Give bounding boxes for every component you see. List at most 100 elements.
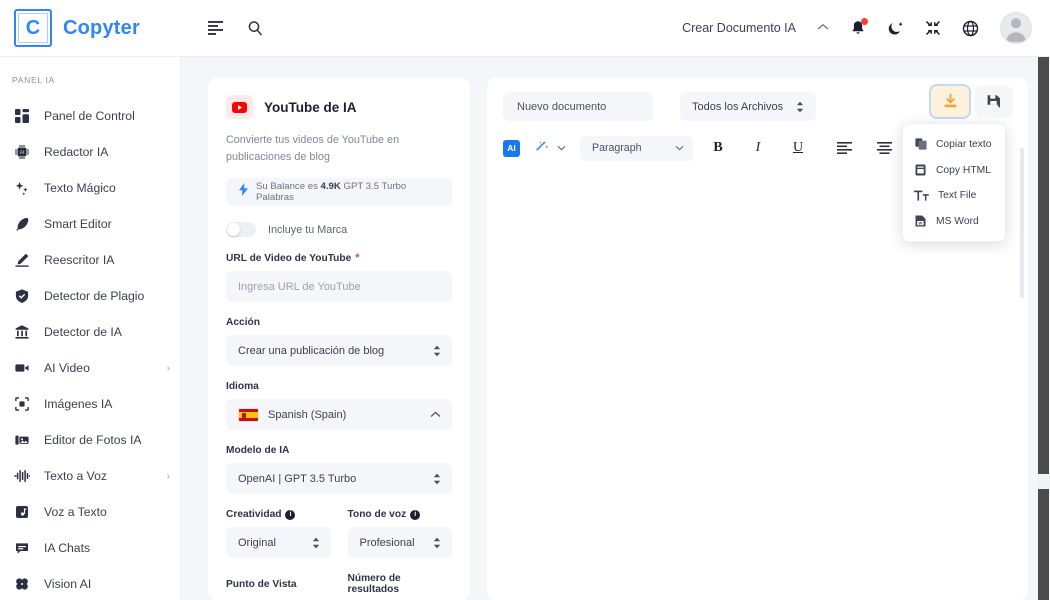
italic-button[interactable]: I (747, 135, 769, 161)
youtube-icon (226, 95, 253, 119)
create-document-link[interactable]: Crear Documento IA (682, 21, 796, 35)
search-icon[interactable] (247, 20, 264, 37)
ai-assist-button[interactable]: AI (503, 139, 520, 157)
user-avatar[interactable] (1000, 12, 1032, 44)
menu-item-copy-html[interactable]: Copy HTML (903, 157, 1005, 183)
save-document-button[interactable] (975, 86, 1013, 117)
balance-text: Su Balance es 4.9K GPT 3.5 Turbo Palabra… (256, 181, 407, 204)
info-icon[interactable]: i (410, 509, 421, 520)
creativity-tone-row: Creatividad i Original Tono de voz i Pro… (226, 509, 452, 573)
underline-button[interactable]: U (787, 135, 809, 161)
dark-mode-moon-icon[interactable] (887, 20, 904, 37)
form-card-title: YouTube de IA (264, 99, 357, 115)
magic-wand-icon[interactable] (530, 135, 552, 161)
svg-text:AI: AI (20, 150, 24, 155)
accion-select[interactable]: Crear una publicación de blog (226, 335, 452, 367)
export-dropdown-menu: Copiar texto Copy HTML Text File W MS Wo… (902, 123, 1006, 242)
language-globe-icon[interactable] (962, 20, 979, 37)
video-camera-icon (12, 361, 32, 375)
document-name-input[interactable]: Nuevo documento (503, 92, 653, 121)
sidebar-item-detector-de-plagio[interactable]: Detector de Plagio (0, 278, 180, 314)
sidebar-item-vision-ai[interactable]: Vision AI (0, 566, 180, 600)
sidebar-item-panel-de-control[interactable]: Panel de Control (0, 98, 180, 134)
bold-button[interactable]: B (707, 135, 729, 161)
align-center-icon[interactable] (873, 135, 895, 161)
chip-icon: AI (12, 145, 32, 159)
top-header: C Copyter Crear Documento IA (0, 0, 1050, 57)
menu-item-ms-word[interactable]: W MS Word (903, 208, 1005, 234)
align-left-icon[interactable] (833, 135, 855, 161)
modelo-ia-label: Modelo de IA (226, 445, 290, 457)
tono-de-voz-value: Profesional (359, 536, 415, 549)
sidebar-item-voz-a-texto[interactable]: Voz a Texto (0, 494, 180, 530)
youtube-url-input[interactable]: Ingresa URL de YouTube (226, 271, 452, 303)
brand-logo[interactable]: C Copyter (14, 9, 190, 47)
app-root: C Copyter Crear Documento IA PANEL IA Pa… (0, 0, 1050, 600)
lightning-bolt-icon (239, 183, 248, 201)
modelo-ia-select[interactable]: OpenAI | GPT 3.5 Turbo (226, 463, 452, 495)
sidebar-item-redactor-ia[interactable]: AI Redactor IA (0, 134, 180, 170)
updown-arrows-icon (433, 345, 441, 357)
paragraph-style-select[interactable]: Paragraph (580, 135, 693, 161)
download-button[interactable] (931, 86, 969, 117)
menu-item-label: Copiar texto (936, 138, 992, 150)
chevron-right-icon: › (166, 470, 170, 482)
sidebar-item-imagenes-ia[interactable]: Imágenes IA (0, 386, 180, 422)
sidebar-item-label: Texto Mágico (44, 181, 116, 195)
sidebar-item-detector-de-ia[interactable]: Detector de IA (0, 314, 180, 350)
chevron-down-icon[interactable] (557, 143, 566, 153)
sidebar-item-smart-editor[interactable]: Smart Editor (0, 206, 180, 242)
brain-icon (12, 577, 32, 591)
bank-icon (12, 325, 32, 339)
sidebar-item-editor-de-fotos-ia[interactable]: Editor de Fotos IA (0, 422, 180, 458)
header-left-icons (208, 20, 264, 37)
page-scrollbar-thumb-lower[interactable] (1038, 489, 1049, 600)
form-card-description: Convierte tus videos de YouTube en publi… (226, 134, 400, 163)
fullscreen-compress-icon[interactable] (925, 20, 941, 36)
menu-item-label: MS Word (936, 215, 979, 227)
sidebar-section-title: PANEL IA (12, 75, 55, 85)
info-icon[interactable]: i (285, 509, 296, 520)
dashboard-icon (12, 109, 32, 123)
menu-icon[interactable] (208, 21, 225, 35)
include-brand-toggle[interactable] (226, 222, 256, 238)
editor-scrollbar[interactable] (1020, 148, 1024, 298)
menu-item-label: Copy HTML (936, 164, 991, 176)
creatividad-value: Original (238, 536, 276, 549)
svg-text:W: W (919, 221, 923, 226)
page-scrollbar-track[interactable] (1037, 57, 1050, 600)
sidebar-item-label: Redactor IA (44, 145, 109, 159)
updown-arrows-icon (796, 101, 804, 113)
include-brand-label: Incluye tu Marca (268, 223, 348, 236)
notifications-bell-icon[interactable] (850, 17, 868, 37)
balance-banner: Su Balance es 4.9K GPT 3.5 Turbo Palabra… (226, 178, 452, 207)
sidebar-item-ia-chats[interactable]: IA Chats (0, 530, 180, 566)
export-buttons (931, 86, 1013, 117)
main-content: YouTube de IA Convierte tus videos de Yo… (181, 57, 1050, 600)
punto-de-vista-label: Punto de Vista (226, 578, 297, 590)
page-scrollbar-thumb[interactable] (1038, 57, 1049, 474)
creatividad-select[interactable]: Original (226, 527, 331, 559)
sidebar-item-label: Imágenes IA (44, 397, 113, 411)
chevron-up-icon[interactable] (817, 22, 829, 34)
files-filter-value: Todos los Archivos (692, 100, 784, 113)
tono-de-voz-select[interactable]: Profesional (347, 527, 452, 559)
sidebar-item-label: Editor de Fotos IA (44, 433, 142, 447)
sidebar-item-texto-a-voz[interactable]: Texto a Voz › (0, 458, 180, 494)
menu-item-text-file[interactable]: Text File (903, 183, 1005, 208)
sparkles-icon (12, 181, 32, 195)
sidebar-item-label: IA Chats (44, 541, 91, 555)
image-frame-icon (12, 397, 32, 411)
chevron-down-icon (675, 143, 684, 153)
sidebar-item-texto-magico[interactable]: Texto Mágico (0, 170, 180, 206)
sidebar-item-label: Detector de Plagio (44, 289, 145, 303)
menu-item-copiar-texto[interactable]: Copiar texto (903, 131, 1005, 157)
html-file-icon (914, 164, 927, 176)
sidebar-item-ai-video[interactable]: AI Video › (0, 350, 180, 386)
idioma-select[interactable]: Spanish (Spain) (226, 399, 452, 431)
text-format-icon (914, 190, 929, 201)
sidebar-item-label: Detector de IA (44, 325, 122, 339)
sidebar-item-reescritor-ia[interactable]: Reescritor IA (0, 242, 180, 278)
files-filter-select[interactable]: Todos los Archivos (680, 92, 816, 121)
sidebar-item-label: Reescritor IA (44, 253, 115, 267)
